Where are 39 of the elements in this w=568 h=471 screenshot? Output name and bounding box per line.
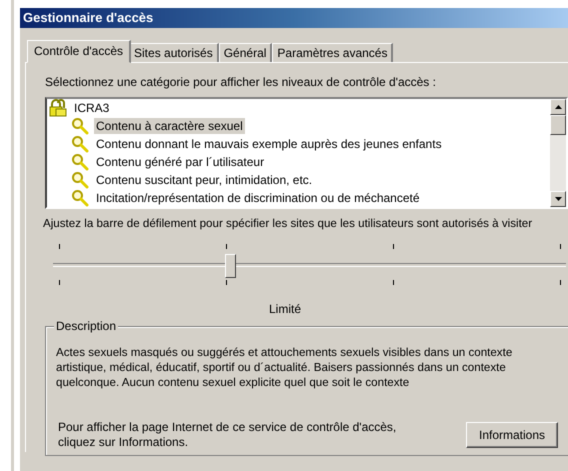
tick-mark: [226, 280, 227, 285]
group-title: Description: [54, 319, 118, 333]
tick-mark: [59, 244, 60, 249]
magnifier-icon: [71, 135, 89, 153]
level-label: Limité: [268, 302, 302, 316]
tree-item[interactable]: Contenu à caractère sexuel: [94, 118, 245, 134]
tree-item[interactable]: Incitation/représentation de discrimination ou de méchanceté: [94, 190, 422, 206]
tick-mark: [226, 244, 227, 249]
scroll-thumb[interactable]: [550, 115, 566, 135]
category-prompt: Sélectionnez une catégorie pour afficher les niveaux de contrôle d'accès :: [45, 75, 437, 91]
tick-mark: [59, 280, 60, 285]
tick-mark: [560, 280, 561, 285]
tree-item[interactable]: Contenu donnant le mauvais exemple auprès des jeunes enfants: [94, 136, 444, 152]
magnifier-icon: [71, 189, 89, 207]
window-title: Gestionnaire d'accès: [20, 8, 568, 28]
tree-item[interactable]: Contenu généré par l´utilisateur: [94, 154, 266, 170]
tree-item[interactable]: Contenu suscitant peur, intimidation, etc.: [94, 172, 314, 188]
scroll-down-button[interactable]: [550, 191, 566, 207]
tab[interactable]: Paramètres avancés: [272, 43, 394, 62]
tab[interactable]: Contrôle d'accès: [27, 40, 132, 63]
magnifier-icon: [71, 171, 89, 189]
padlock-icon: [49, 99, 67, 117]
tab[interactable]: Sites autorisés: [129, 43, 219, 62]
up-arrow-icon: [554, 105, 562, 109]
slider-thumb[interactable]: [224, 254, 236, 278]
magnifier-icon: [71, 153, 89, 171]
tab[interactable]: Général: [218, 43, 272, 62]
tree-item[interactable]: ICRA3: [72, 100, 112, 116]
magnifier-icon: [71, 117, 89, 135]
description-text: Actes sexuels masqués ou suggérés et attouchements sexuels visibles dans un contexte artistique, médical, éducatif, sportif ou d´actualité. Baisers passionnés dans un contexte quelconque. Aucun contenu sexuel explicite quel que soit le contexte: [56, 345, 514, 390]
tick-mark: [393, 280, 394, 285]
informations-button[interactable]: Informations: [466, 422, 558, 448]
info-text: Pour afficher la page Internet de ce service de contrôle d'accès, cliquez sur Informations.: [58, 420, 398, 450]
tick-mark: [560, 244, 561, 249]
scrollbar[interactable]: [550, 99, 566, 207]
scroll-up-button[interactable]: [550, 99, 566, 115]
down-arrow-icon: [554, 197, 562, 201]
tick-mark: [393, 244, 394, 249]
slider-prompt: Ajustez la barre de défilement pour spécifier les sites que les utilisateurs sont autorisés à visiter: [43, 217, 534, 230]
